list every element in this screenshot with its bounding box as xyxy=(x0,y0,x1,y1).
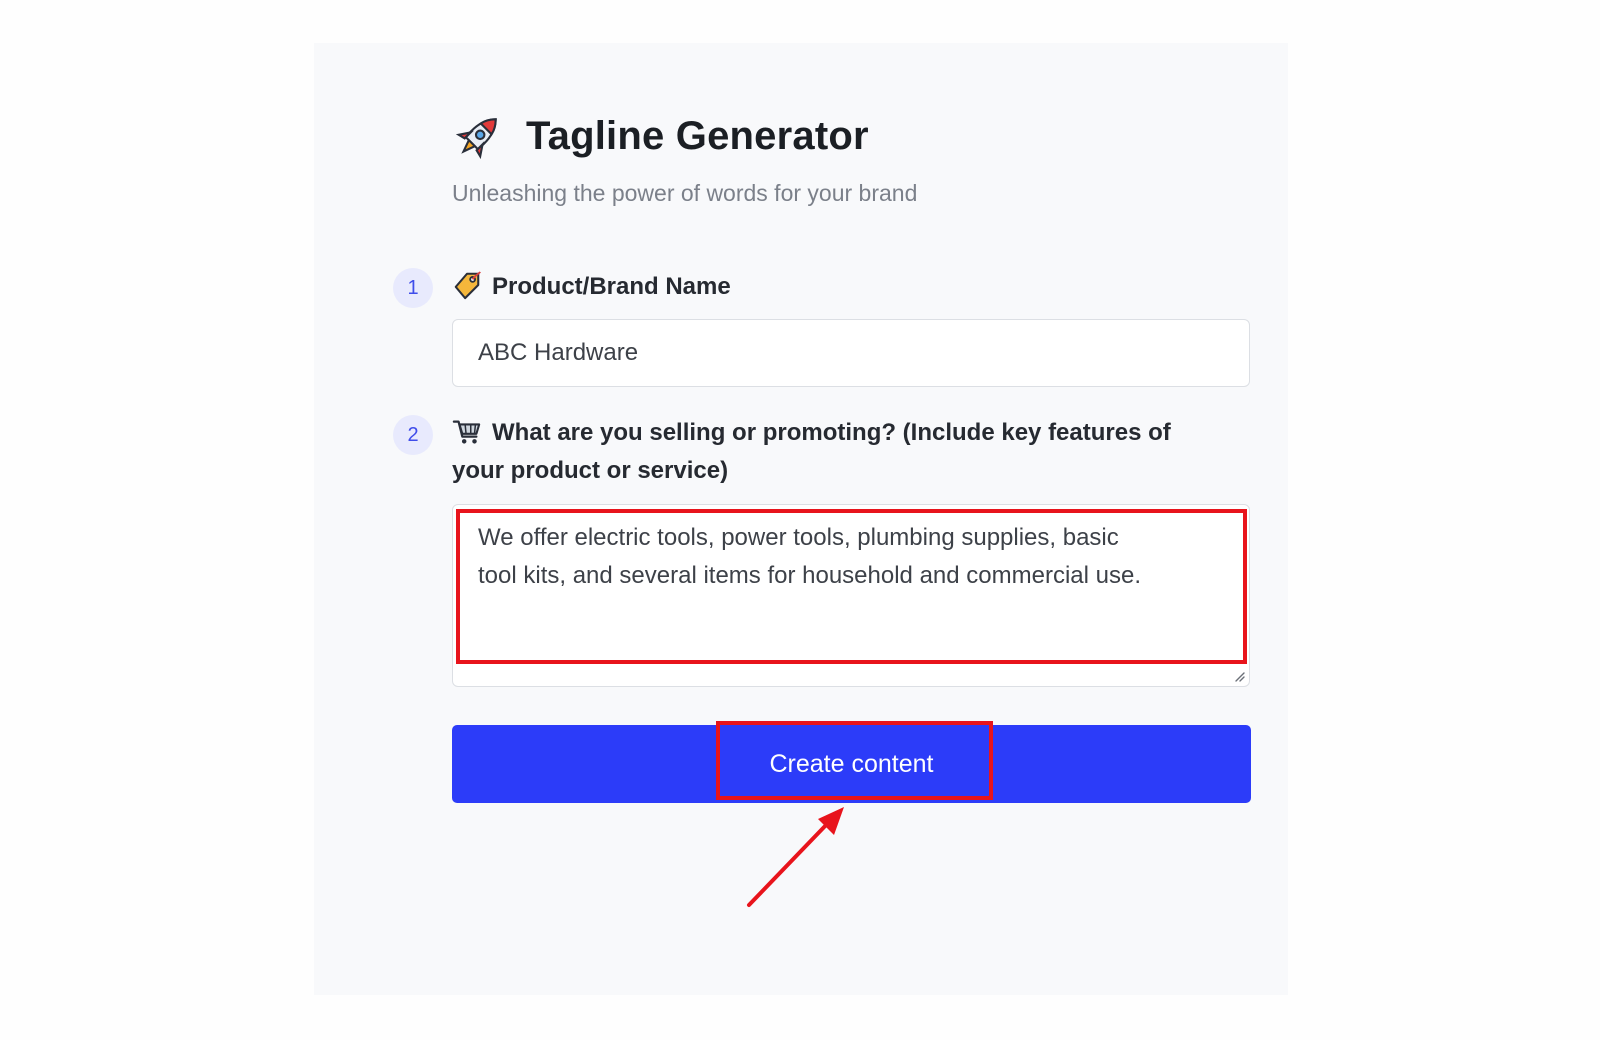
resize-handle-icon[interactable] xyxy=(1233,670,1245,682)
page-subtitle: Unleashing the power of words for your b… xyxy=(452,180,918,206)
step-1-label: Product/Brand Name xyxy=(452,268,731,306)
step-1-label-text: Product/Brand Name xyxy=(492,273,731,300)
step-2-label-line1: What are you selling or promoting? (Incl… xyxy=(492,419,1171,446)
step-1-badge: 1 xyxy=(393,268,433,308)
step-2-badge: 2 xyxy=(393,415,433,455)
page: Tagline Generator Unleashing the power o… xyxy=(0,0,1600,1040)
product-description-textarea[interactable]: We offer electric tools, power tools, pl… xyxy=(452,504,1250,687)
brand-name-value: ABC Hardware xyxy=(478,339,639,366)
description-line-1: We offer electric tools, power tools, pl… xyxy=(478,524,1119,551)
create-content-label: Create content xyxy=(769,749,934,778)
page-title: Tagline Generator xyxy=(526,113,869,158)
brand-name-input[interactable]: ABC Hardware xyxy=(452,319,1250,387)
rocket-icon xyxy=(455,118,497,160)
header: Tagline Generator xyxy=(452,108,869,164)
create-content-button[interactable]: Create content xyxy=(452,725,1251,803)
label-tag-icon xyxy=(454,271,481,300)
step-2-label: What are you selling or promoting? (Incl… xyxy=(452,414,1171,490)
step-2-label-line2: your product or service) xyxy=(452,457,729,484)
shopping-cart-icon xyxy=(452,420,481,444)
description-line-2: tool kits, and several items for househo… xyxy=(478,562,1141,589)
